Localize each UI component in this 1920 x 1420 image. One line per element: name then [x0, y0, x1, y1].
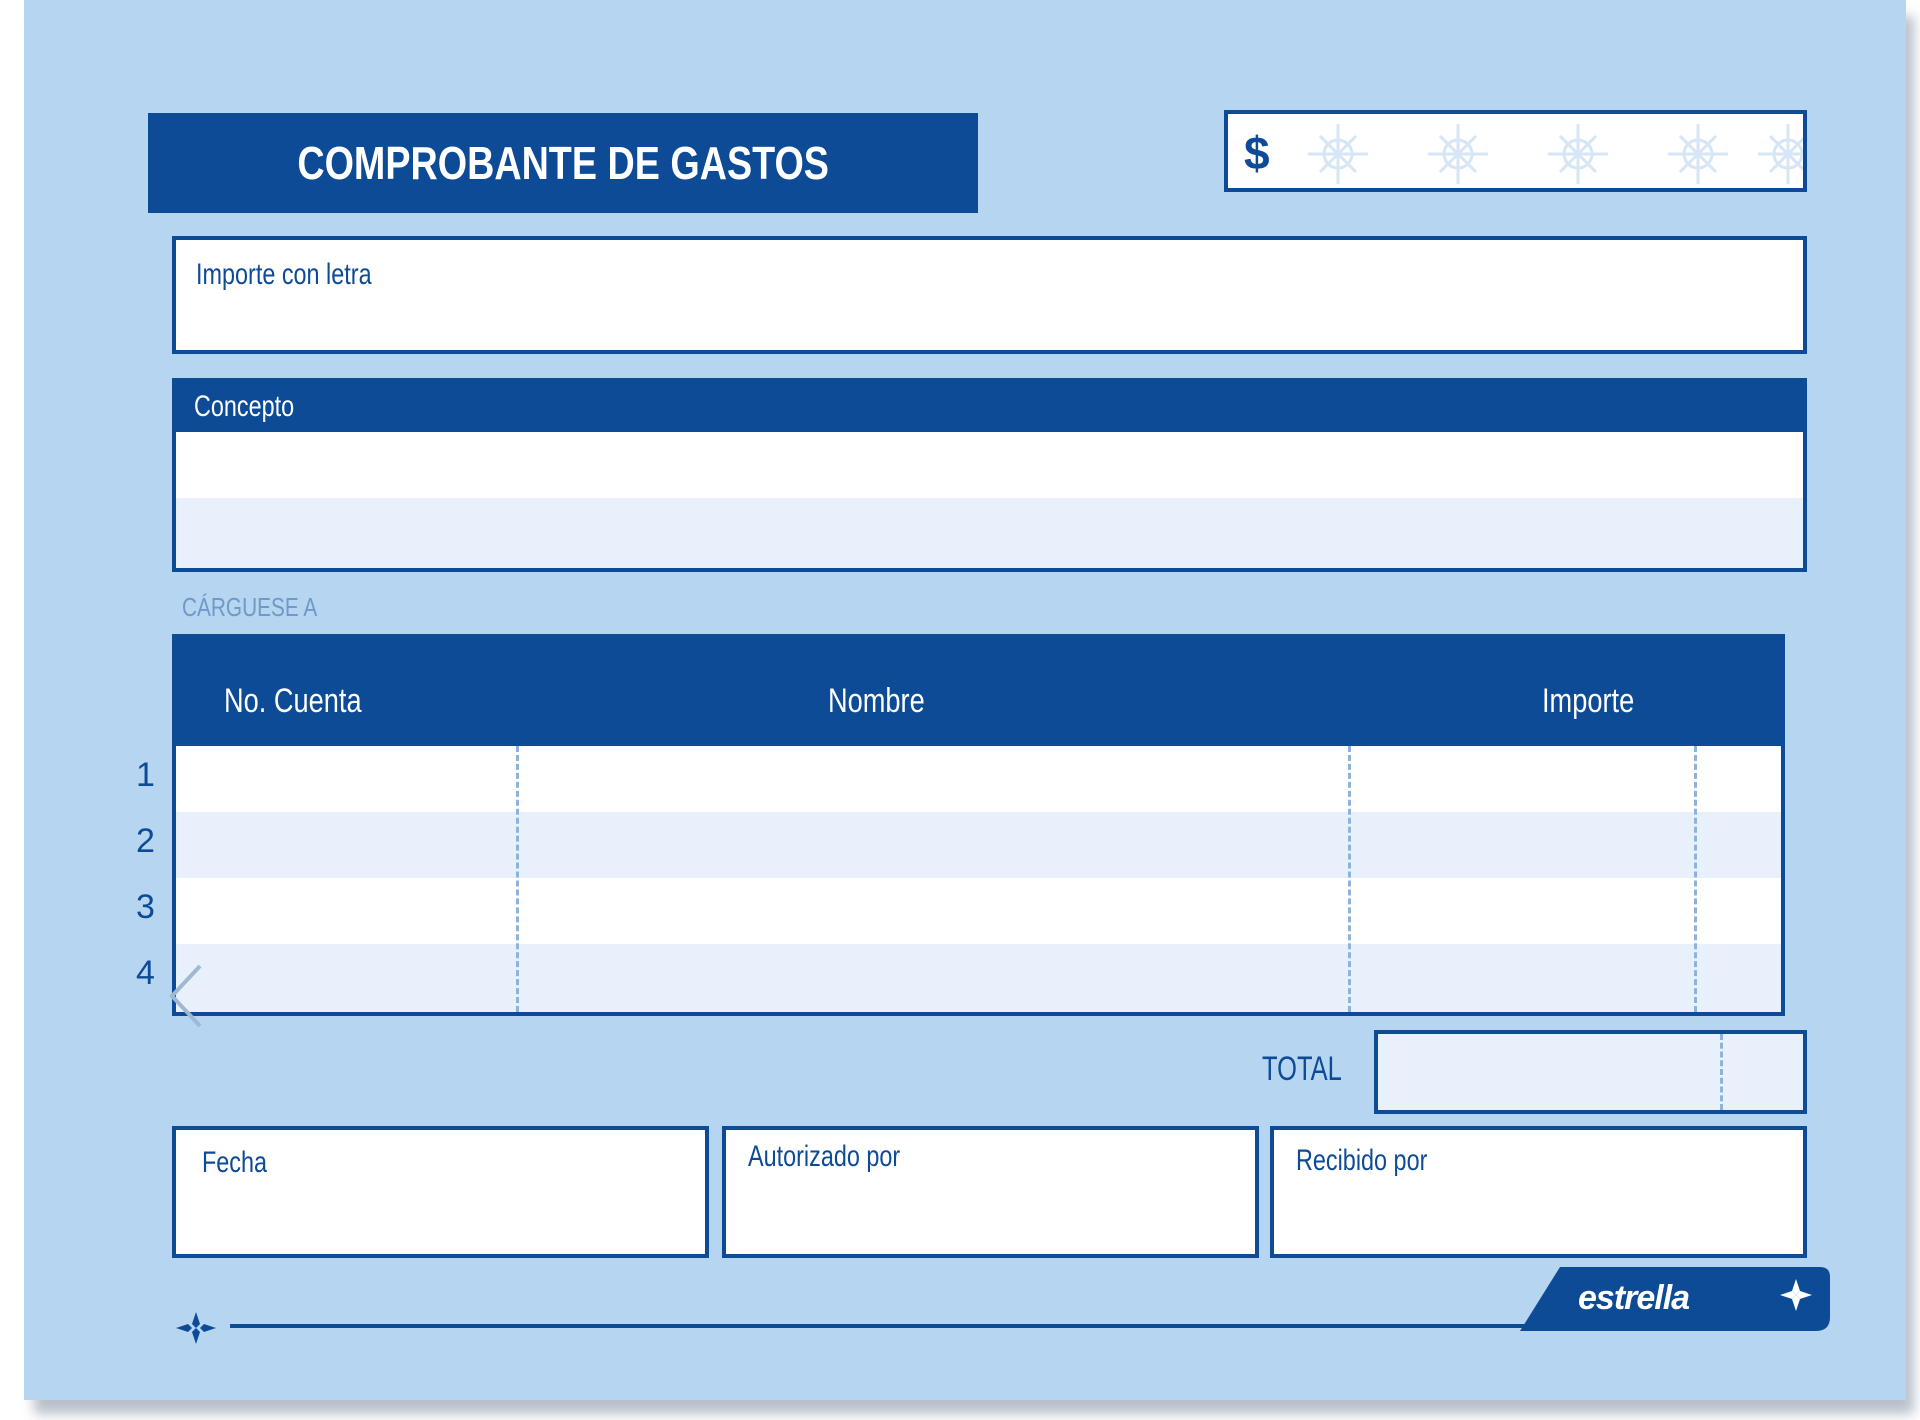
corner-chevron-icon — [169, 964, 202, 1028]
column-account-number: No. Cuenta — [224, 682, 362, 720]
table-row[interactable] — [176, 944, 1781, 1012]
total-field[interactable] — [1374, 1030, 1807, 1114]
star-logo-icon — [176, 1312, 216, 1344]
table-header: No. Cuenta Nombre Importe — [176, 638, 1781, 746]
charge-to-label: CÁRGUESE A — [182, 592, 318, 622]
table-row[interactable] — [176, 812, 1781, 878]
brand-logo: estrella — [1578, 1279, 1690, 1317]
table-row[interactable] — [176, 746, 1781, 812]
column-divider — [516, 746, 519, 1012]
amount-in-words-label: Importe con letra — [196, 258, 372, 291]
bottom-rule — [230, 1324, 1530, 1328]
concept-label: Concepto — [194, 390, 295, 423]
cents-divider — [1694, 746, 1697, 1012]
date-field[interactable]: Fecha — [172, 1126, 709, 1258]
security-pattern-icon — [1308, 124, 1803, 184]
concept-header: Concepto — [176, 382, 1803, 432]
column-name: Nombre — [828, 682, 925, 720]
authorized-by-label: Autorizado por — [748, 1140, 901, 1173]
row-number: 1 — [136, 756, 155, 794]
table-row[interactable] — [176, 878, 1781, 944]
total-label: TOTAL — [1262, 1050, 1342, 1088]
concept-line — [176, 498, 1803, 568]
accounts-table: No. Cuenta Nombre Importe — [172, 634, 1785, 1016]
row-number: 4 — [136, 954, 155, 992]
column-divider — [1348, 746, 1351, 1012]
cents-divider — [1720, 1034, 1723, 1110]
brand-tab: estrella — [1520, 1267, 1830, 1331]
date-label: Fecha — [202, 1146, 268, 1179]
concept-field[interactable]: Concepto — [172, 378, 1807, 572]
authorized-by-field[interactable]: Autorizado por — [722, 1126, 1259, 1258]
row-number: 2 — [136, 822, 155, 860]
received-by-label: Recibido por — [1296, 1144, 1428, 1177]
column-amount: Importe — [1542, 682, 1635, 720]
row-number: 3 — [136, 888, 155, 926]
concept-line — [176, 432, 1803, 498]
form-title: COMPROBANTE DE GASTOS — [148, 113, 978, 213]
form-title-text: COMPROBANTE DE GASTOS — [297, 137, 829, 189]
expense-voucher-sheet: COMPROBANTE DE GASTOS $ Importe con letr… — [24, 0, 1906, 1400]
amount-field[interactable]: $ — [1224, 110, 1807, 192]
currency-symbol: $ — [1244, 127, 1270, 179]
amount-in-words-field[interactable]: Importe con letra — [172, 236, 1807, 354]
received-by-field[interactable]: Recibido por — [1270, 1126, 1807, 1258]
